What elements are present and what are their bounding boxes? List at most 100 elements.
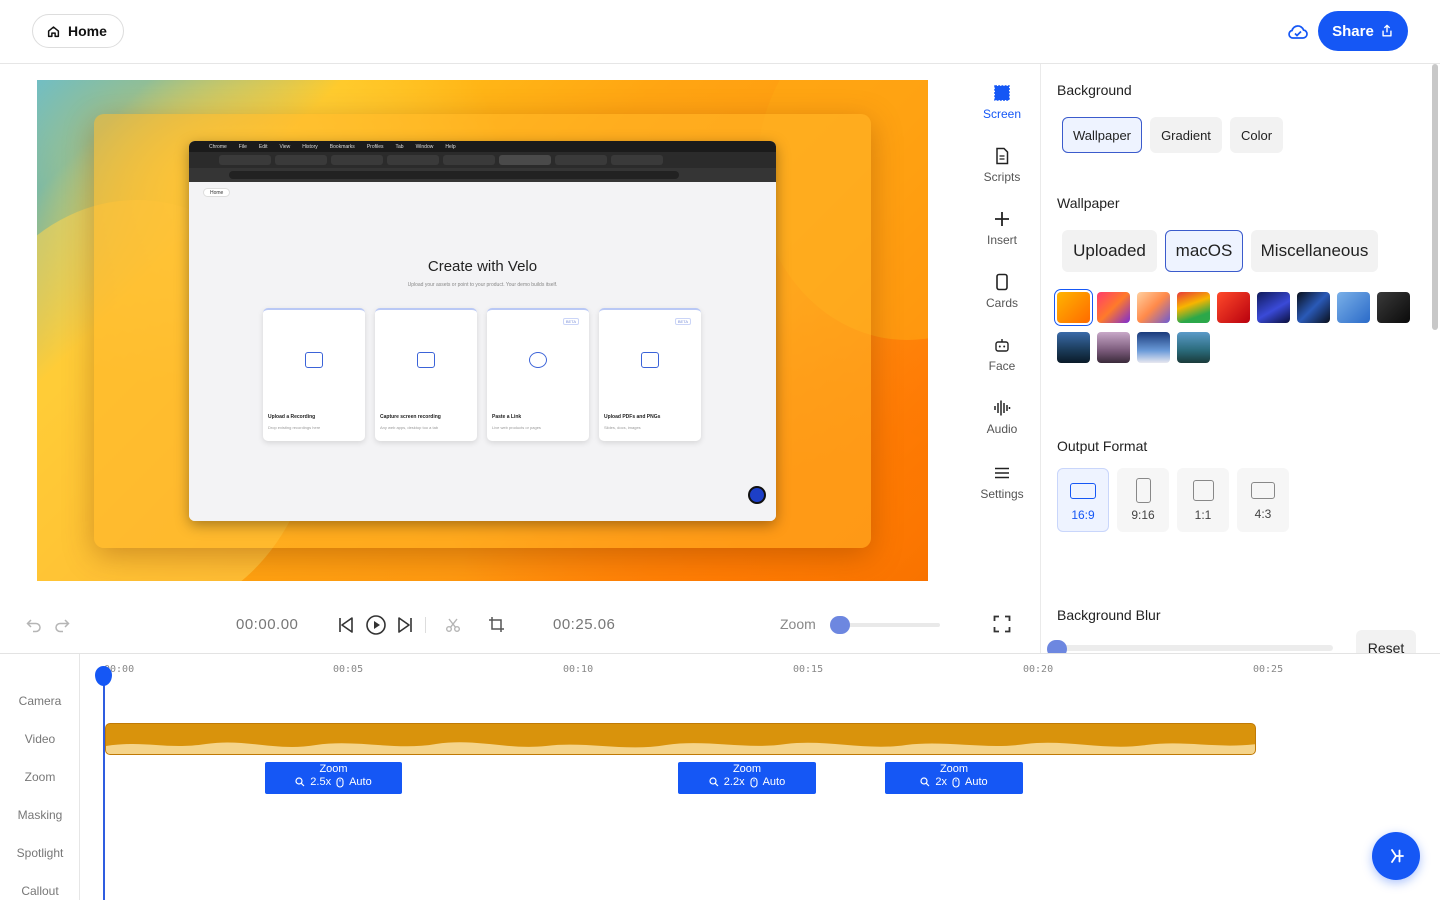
tool-label: Scripts bbox=[983, 170, 1021, 184]
screen-icon bbox=[994, 85, 1010, 101]
play-icon[interactable] bbox=[365, 614, 387, 636]
format-label: 1:1 bbox=[1194, 508, 1212, 522]
video-clip[interactable] bbox=[105, 723, 1256, 755]
browser-tab bbox=[331, 155, 383, 165]
blur-slider-handle[interactable] bbox=[1047, 640, 1067, 654]
playhead-handle[interactable] bbox=[95, 666, 112, 686]
wallpaper-thumb[interactable] bbox=[1337, 292, 1370, 323]
zoom-segment[interactable]: Zoom 2.2x Auto bbox=[678, 762, 816, 794]
wallpaper-thumb[interactable] bbox=[1297, 292, 1330, 323]
undo-icon[interactable] bbox=[26, 617, 42, 633]
time-tick: 00:20 bbox=[1023, 664, 1054, 675]
tool-face[interactable]: Face bbox=[966, 336, 1038, 373]
wallpaper-thumb[interactable] bbox=[1057, 292, 1090, 323]
landscape-icon bbox=[1070, 483, 1096, 499]
browser-tab bbox=[555, 155, 607, 165]
format-1-1[interactable]: 1:1 bbox=[1177, 468, 1229, 532]
magnify-icon bbox=[295, 777, 305, 787]
tool-label: Audio bbox=[986, 422, 1018, 436]
wallpaper-thumb[interactable] bbox=[1177, 332, 1210, 363]
reset-button[interactable]: Reset bbox=[1356, 630, 1416, 654]
scissors-icon[interactable] bbox=[445, 617, 461, 633]
tool-label: Face bbox=[988, 359, 1016, 373]
browser-tab bbox=[499, 155, 551, 165]
browser-tab bbox=[387, 155, 439, 165]
properties-panel: Background Wallpaper Gradient Color Wall… bbox=[1040, 64, 1430, 654]
plus-icon bbox=[995, 212, 1009, 226]
browser-menu-item: History bbox=[302, 143, 318, 150]
total-time: 00:25.06 bbox=[553, 616, 616, 633]
tab-uploaded[interactable]: Uploaded bbox=[1062, 230, 1157, 272]
timeline[interactable]: Camera Video Zoom Masking Spotlight Call… bbox=[0, 653, 1440, 900]
card-title: Upload a Recording bbox=[268, 414, 316, 420]
browser-tab bbox=[275, 155, 327, 165]
panel-scrollbar[interactable] bbox=[1432, 64, 1438, 330]
track-label-video: Video bbox=[24, 732, 56, 746]
track-label-spotlight: Spotlight bbox=[16, 846, 64, 860]
browser-tab bbox=[219, 155, 271, 165]
browser-home-pill: Home bbox=[203, 188, 231, 197]
zoom-level: 2.5x bbox=[310, 776, 332, 788]
tool-screen[interactable]: Screen bbox=[966, 84, 1038, 121]
video-preview[interactable]: Chrome File Edit View History Bookmarks Profil… bbox=[37, 80, 928, 581]
tool-insert[interactable]: Insert bbox=[966, 210, 1038, 247]
skip-forward-icon[interactable] bbox=[396, 615, 414, 635]
card-subtitle: Any web apps, desktop too a tab bbox=[380, 425, 439, 430]
robot-face-icon bbox=[995, 339, 1009, 352]
track-label-callout: Callout bbox=[21, 884, 59, 898]
tab-wallpaper[interactable]: Wallpaper bbox=[1062, 117, 1142, 153]
browser-url-bar bbox=[189, 168, 776, 182]
wallpaper-thumb[interactable] bbox=[1137, 292, 1170, 323]
tool-audio[interactable]: Audio bbox=[966, 399, 1038, 436]
tab-color[interactable]: Color bbox=[1230, 117, 1283, 153]
tool-cards[interactable]: Cards bbox=[966, 273, 1038, 310]
wallpaper-thumb[interactable] bbox=[1257, 292, 1290, 323]
tool-label: Screen bbox=[982, 107, 1022, 121]
card-subtitle: Drop existing recordings here bbox=[268, 425, 321, 430]
tab-gradient[interactable]: Gradient bbox=[1150, 117, 1222, 153]
beta-badge: BETA bbox=[562, 318, 579, 325]
home-button[interactable]: Home bbox=[32, 14, 124, 48]
zoom-level: 2x bbox=[935, 776, 947, 788]
browser-tab bbox=[611, 155, 663, 165]
tool-settings[interactable]: Settings bbox=[966, 464, 1038, 501]
browser-menu-item: View bbox=[279, 143, 291, 150]
zoom-slider-handle[interactable] bbox=[830, 616, 850, 634]
wallpaper-thumb[interactable] bbox=[1097, 332, 1130, 363]
zoom-segment[interactable]: Zoom 2.5x Auto bbox=[265, 762, 402, 794]
zoom-segment-title: Zoom bbox=[732, 763, 762, 775]
share-button[interactable]: Share bbox=[1318, 11, 1408, 51]
recorded-browser-window: Chrome File Edit View History Bookmarks Profil… bbox=[189, 141, 776, 521]
browser-menu-item: Chrome bbox=[209, 143, 227, 150]
crop-icon[interactable] bbox=[488, 616, 505, 633]
zoom-segment[interactable]: Zoom 2x Auto bbox=[885, 762, 1023, 794]
format-4-3[interactable]: 4:3 bbox=[1237, 468, 1289, 532]
zoom-mode: Auto bbox=[349, 776, 372, 788]
tab-macos[interactable]: macOS bbox=[1165, 230, 1243, 272]
format-9-16[interactable]: 9:16 bbox=[1117, 468, 1169, 532]
tool-scripts[interactable]: Scripts bbox=[966, 147, 1038, 184]
wallpaper-thumb[interactable] bbox=[1097, 292, 1130, 323]
playhead-line bbox=[103, 668, 105, 900]
wallpaper-thumb[interactable] bbox=[1057, 332, 1090, 363]
tab-miscellaneous[interactable]: Miscellaneous bbox=[1251, 230, 1378, 272]
recorded-fab bbox=[748, 486, 766, 504]
fullscreen-icon[interactable] bbox=[993, 615, 1011, 633]
time-tick: 00:15 bbox=[793, 664, 824, 675]
format-label: 9:16 bbox=[1131, 508, 1155, 522]
zoom-slider-track[interactable] bbox=[840, 623, 940, 627]
track-label-masking: Masking bbox=[17, 808, 63, 822]
wallpaper-thumb[interactable] bbox=[1217, 292, 1250, 323]
wallpaper-thumb[interactable] bbox=[1377, 292, 1410, 323]
redo-icon[interactable] bbox=[54, 617, 70, 633]
browser-menu-item: Tab bbox=[395, 143, 404, 150]
skip-back-icon[interactable] bbox=[337, 615, 355, 635]
wallpaper-thumb[interactable] bbox=[1137, 332, 1170, 363]
blur-slider-track[interactable] bbox=[1053, 645, 1333, 651]
browser-menu-item: Help bbox=[445, 143, 456, 150]
assistant-fab[interactable] bbox=[1372, 832, 1420, 880]
format-16-9[interactable]: 16:9 bbox=[1057, 468, 1109, 532]
cloud-saved-icon[interactable] bbox=[1286, 20, 1310, 44]
magnify-icon bbox=[920, 777, 930, 787]
wallpaper-thumb[interactable] bbox=[1177, 292, 1210, 323]
